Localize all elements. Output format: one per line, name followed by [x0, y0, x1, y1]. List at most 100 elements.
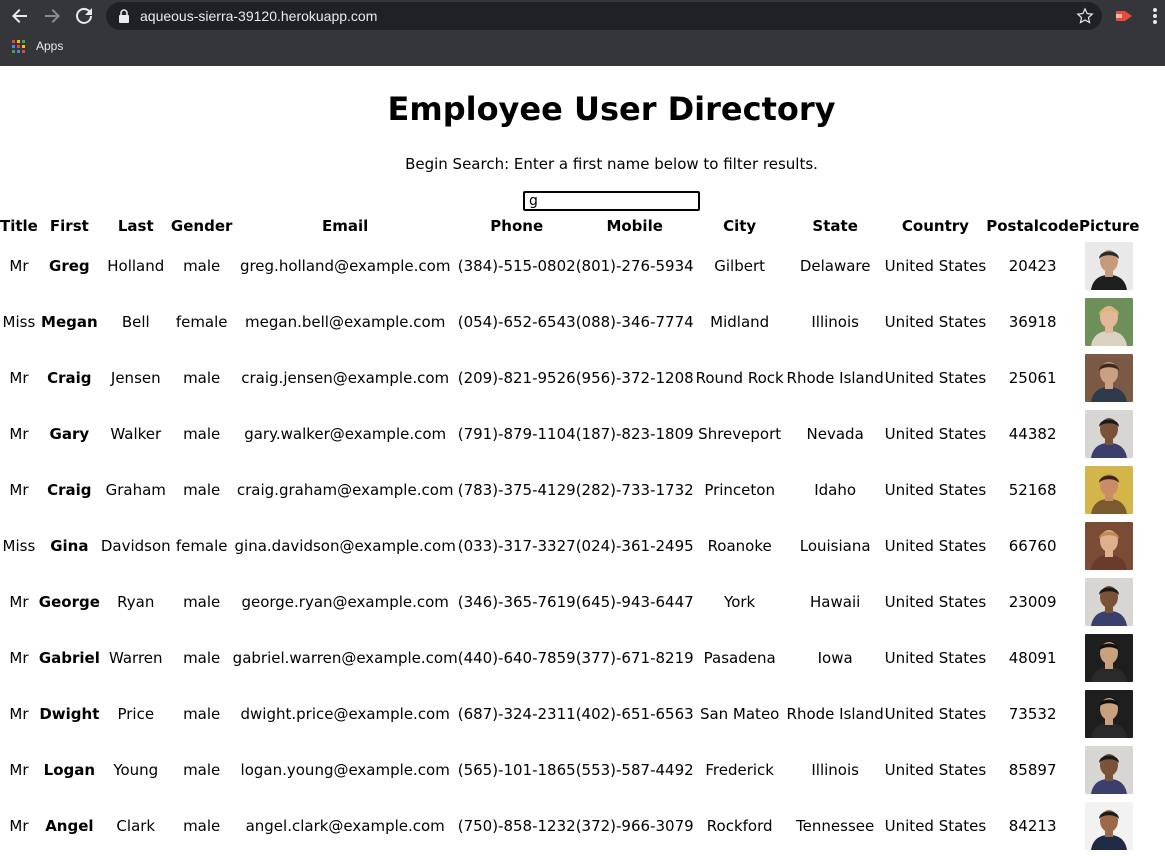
cell-city: Roanoke — [707, 537, 772, 555]
apps-bookmark-label[interactable]: Apps — [36, 39, 63, 53]
cell-title: Mr — [9, 593, 29, 611]
cell-picture — [1079, 630, 1139, 686]
column-header-picture: Picture — [1079, 217, 1140, 235]
cell-postalcode: 48091 — [1008, 649, 1057, 667]
cell-city: Midland — [710, 313, 770, 331]
table-row: Mr Angel Clark male angel.clark@example.com (… — [0, 798, 1139, 854]
address-bar[interactable]: aqueous-sierra-39120.herokuapp.com — [106, 2, 1102, 30]
table-row: Mr Greg Holland male greg.holland@example.co… — [0, 238, 1139, 294]
cell-title: Mr — [9, 817, 29, 835]
back-arrow-icon — [12, 9, 27, 23]
forward-arrow-icon — [45, 9, 60, 23]
column-header-mobile: Mobile — [606, 217, 663, 235]
back-button[interactable] — [4, 0, 36, 32]
cell-postalcode: 52168 — [1008, 481, 1057, 499]
cell-country: United States — [884, 313, 987, 331]
browser-chrome: aqueous-sierra-39120.herokuapp.com Apps — [0, 0, 1165, 66]
table-row: Mr Craig Graham male craig.graham@example.co… — [0, 462, 1139, 518]
cell-last: Clark — [116, 817, 156, 835]
search-input[interactable] — [523, 191, 700, 211]
avatar — [1085, 522, 1134, 570]
cell-postalcode: 23009 — [1008, 593, 1057, 611]
cell-picture — [1079, 686, 1139, 742]
cell-phone: (687)-324-2311 — [457, 705, 576, 723]
cell-last: Jensen — [110, 369, 161, 387]
cell-gender: male — [183, 817, 221, 835]
table-row: Miss Megan Bell female megan.bell@example.co… — [0, 294, 1139, 350]
cell-postalcode: 44382 — [1008, 425, 1057, 443]
table-row: Mr Craig Jensen male craig.jensen@example.co… — [0, 350, 1139, 406]
cell-email: dwight.price@example.com — [240, 705, 450, 723]
cell-mobile: (377)-671-8219 — [575, 649, 694, 667]
cell-mobile: (402)-651-6563 — [575, 705, 694, 723]
cell-first: Logan — [43, 761, 96, 779]
page-title: Employee User Directory — [387, 90, 836, 128]
cell-state: Delaware — [799, 257, 871, 275]
cell-city: Princeton — [704, 481, 775, 499]
table-header-row: Title First Last Gender Email Phone Mobile City… — [0, 214, 1139, 238]
cell-picture — [1079, 798, 1139, 854]
cell-last: Young — [113, 761, 159, 779]
cell-postalcode: 84213 — [1008, 817, 1057, 835]
avatar — [1085, 466, 1134, 514]
cell-gender: male — [183, 425, 221, 443]
cell-gender: male — [183, 593, 221, 611]
cell-state: Hawaii — [810, 593, 861, 611]
forward-button[interactable] — [36, 0, 68, 32]
cell-last: Graham — [105, 481, 166, 499]
table-body: Mr Greg Holland male greg.holland@example.co… — [0, 238, 1139, 854]
table-row: Mr George Ryan male george.ryan@example.com (… — [0, 574, 1139, 630]
reload-button[interactable] — [68, 0, 100, 32]
cell-country: United States — [884, 369, 987, 387]
cell-mobile: (187)-823-1809 — [575, 425, 694, 443]
cell-picture — [1079, 294, 1139, 350]
cell-title: Mr — [9, 705, 29, 723]
column-header-state: State — [812, 217, 858, 235]
cell-last: Davidson — [100, 537, 171, 555]
cell-title: Mr — [9, 257, 29, 275]
cell-state: Rhode Island — [786, 369, 884, 387]
cell-title: Mr — [9, 761, 29, 779]
apps-grid-icon[interactable] — [12, 40, 26, 54]
cell-phone: (750)-858-1232 — [457, 817, 576, 835]
cell-state: Iowa — [817, 649, 853, 667]
column-header-postalcode: Postalcode — [986, 217, 1080, 235]
cell-country: United States — [884, 649, 987, 667]
cell-picture — [1079, 742, 1139, 798]
cell-first: Gary — [49, 425, 90, 443]
extension-icon[interactable] — [1114, 7, 1134, 25]
cell-email: gina.davidson@example.com — [234, 537, 456, 555]
bookmark-star-icon[interactable] — [1076, 7, 1094, 25]
cell-mobile: (024)-361-2495 — [575, 537, 694, 555]
cell-mobile: (282)-733-1732 — [575, 481, 694, 499]
cell-gender: female — [175, 537, 228, 555]
cell-gender: female — [175, 313, 228, 331]
cell-picture — [1079, 574, 1139, 630]
cell-email: angel.clark@example.com — [245, 817, 445, 835]
cell-email: gabriel.warren@example.com — [232, 649, 458, 667]
cell-state: Louisiana — [799, 537, 871, 555]
cell-gender: male — [183, 369, 221, 387]
cell-mobile: (553)-587-4492 — [575, 761, 694, 779]
cell-first: George — [38, 593, 100, 611]
cell-picture — [1079, 406, 1139, 462]
cell-mobile: (801)-276-5934 — [575, 257, 694, 275]
bookmarks-bar: Apps — [0, 36, 1165, 58]
column-header-country: Country — [901, 217, 969, 235]
cell-city: Rockford — [706, 817, 773, 835]
cell-first: Greg — [49, 257, 90, 275]
cell-gender: male — [183, 705, 221, 723]
cell-phone: (783)-375-4129 — [457, 481, 576, 499]
cell-postalcode: 73532 — [1008, 705, 1057, 723]
browser-menu-icon[interactable] — [1152, 7, 1158, 25]
cell-state: Tennessee — [796, 817, 875, 835]
cell-phone: (054)-652-6543 — [457, 313, 576, 331]
cell-last: Walker — [110, 425, 162, 443]
cell-phone: (384)-515-0802 — [457, 257, 576, 275]
column-header-city: City — [723, 217, 757, 235]
column-header-first: First — [49, 217, 89, 235]
cell-first: Craig — [47, 369, 92, 387]
avatar — [1085, 298, 1134, 346]
table-row: Mr Gary Walker male gary.walker@example.com (… — [0, 406, 1139, 462]
cell-city: Frederick — [705, 761, 774, 779]
